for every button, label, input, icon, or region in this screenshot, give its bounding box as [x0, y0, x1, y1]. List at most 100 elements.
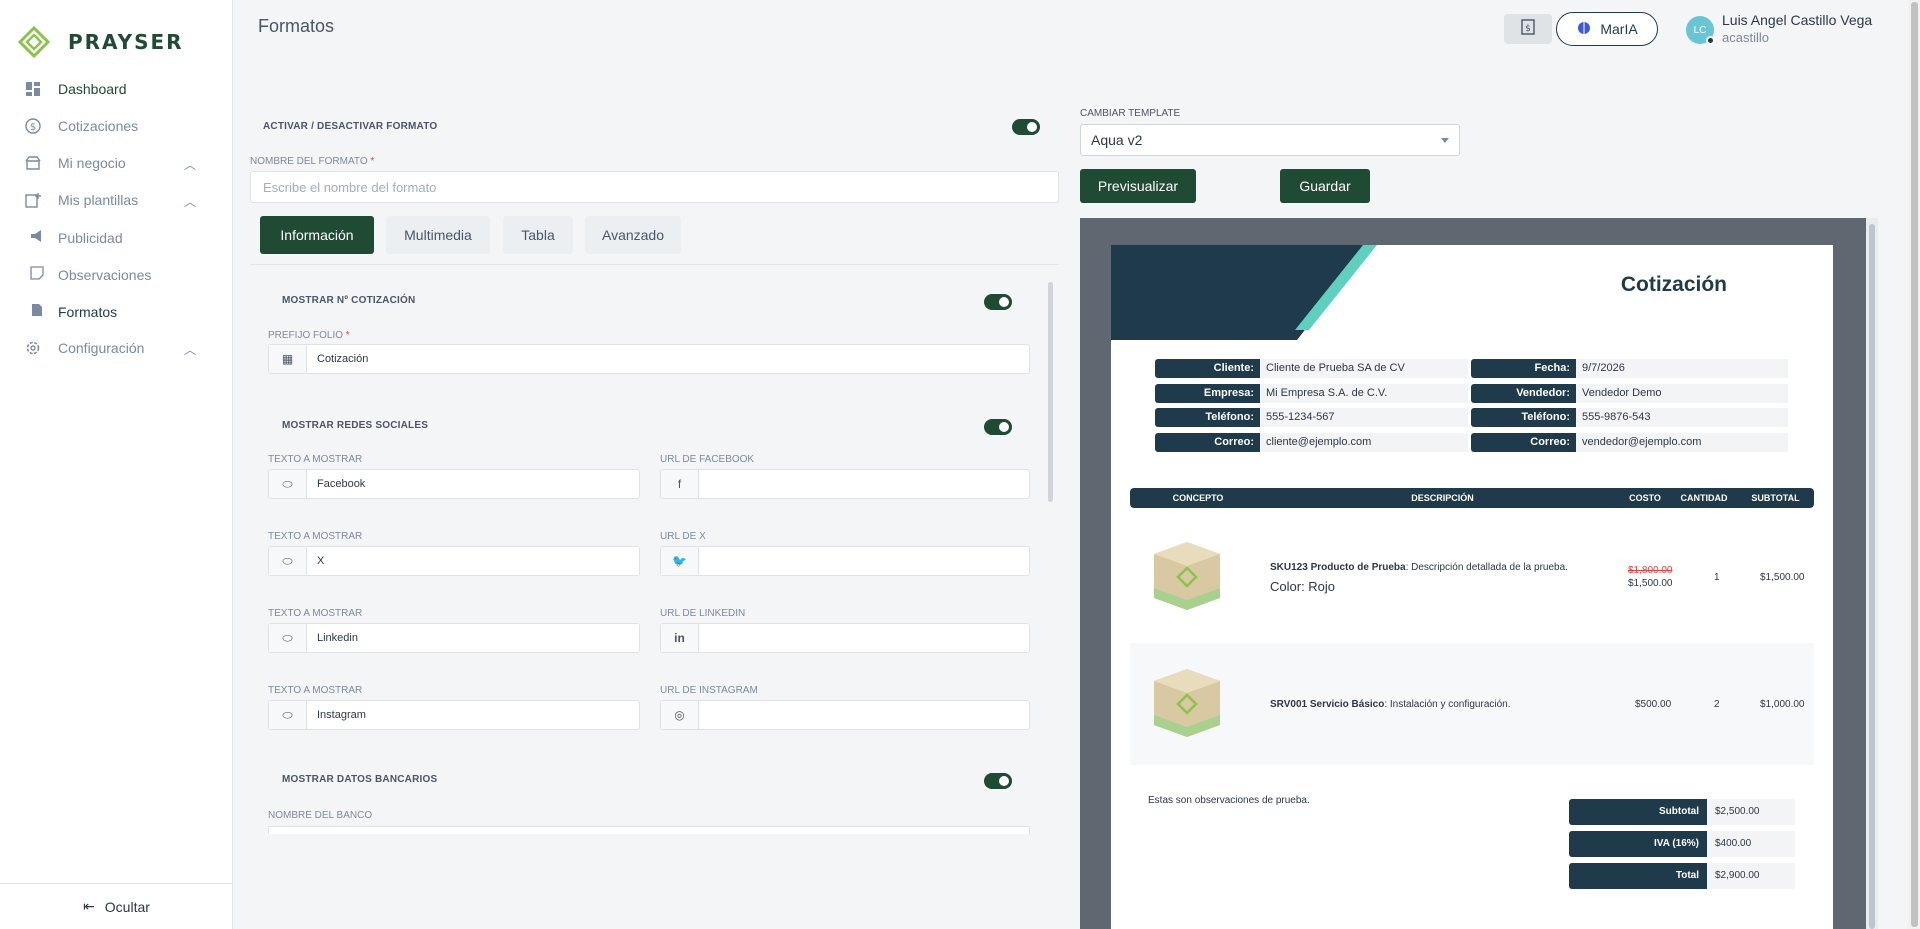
items-table-header: CONCEPTO DESCRIPCIÓN COSTO CANTIDAD SUBT… — [1130, 488, 1814, 508]
preview-scrollbar[interactable] — [1866, 218, 1878, 929]
x-url-input[interactable]: 🐦 — [660, 546, 1030, 576]
column-header: DESCRIPCIÓN — [1411, 493, 1474, 503]
quantity: 1 — [1714, 572, 1720, 583]
tag-icon: ⬭ — [269, 701, 307, 729]
page-title: Formatos — [258, 16, 335, 36]
receipt-icon: $ — [1521, 18, 1535, 40]
dollar-circle-icon: $ — [24, 117, 42, 135]
linkedin-icon: in — [661, 624, 699, 652]
row-subtotal: $1,000.00 — [1760, 699, 1805, 710]
tabs-divider — [250, 264, 1059, 265]
info-label: Teléfono: — [1155, 408, 1260, 427]
product-sku: SKU123 Producto de Prueba — [1270, 562, 1406, 573]
chevron-up-icon[interactable]: ︿ — [184, 193, 196, 210]
tab-tabla[interactable]: Tabla — [503, 216, 573, 254]
template-label: CAMBIAR TEMPLATE — [1080, 108, 1181, 119]
doc-title: Cotización — [1620, 273, 1727, 296]
tag-icon: ⬭ — [269, 624, 307, 652]
info-label: Correo: — [1155, 433, 1260, 452]
show-number-label: MOSTRAR Nº COTIZACIÓN — [282, 295, 416, 306]
template-select[interactable]: Aqua v2 — [1080, 124, 1460, 156]
info-value: 9/7/2026 — [1576, 359, 1788, 378]
maria-button[interactable]: MarIA — [1556, 12, 1658, 46]
sidebar-item-observaciones[interactable]: Observaciones — [30, 266, 151, 283]
x-text-input[interactable]: ⬭ X — [268, 546, 640, 576]
sidebar-item-label: Cotizaciones — [58, 118, 139, 134]
toggle-format-switch[interactable] — [1012, 119, 1040, 135]
info-value: 555-1234-567 — [1260, 408, 1468, 427]
product-desc: : Instalación y configuración. — [1384, 699, 1511, 710]
sidebar-item-configuracion[interactable]: Configuración — [24, 339, 144, 357]
sidebar-item-label: Observaciones — [58, 266, 152, 283]
info-value: cliente@ejemplo.com — [1260, 433, 1468, 452]
tag-icon: ⬭ — [269, 547, 307, 575]
prefix-label: PREFIJO FOLIO * — [268, 330, 350, 341]
instagram-url-label: URL DE INSTAGRAM — [660, 685, 758, 696]
sidebar-item-mi-negocio[interactable]: Mi negocio — [24, 154, 126, 172]
tab-avanzado[interactable]: Avanzado — [585, 216, 681, 254]
show-bank-label: MOSTRAR DATOS BANCARIOS — [282, 774, 438, 785]
sidebar: PRAYSER Dashboard $ Cotizaciones Mi nego… — [0, 0, 233, 929]
price: $1,500.00 — [1628, 578, 1673, 589]
facebook-url-label: URL DE FACEBOOK — [660, 454, 755, 465]
gear-icon — [24, 339, 42, 357]
tab-informacion[interactable]: Información — [260, 216, 374, 254]
column-header: SUBTOTAL — [1751, 493, 1800, 503]
format-name-input[interactable]: Escribe el nombre del formato — [250, 171, 1059, 203]
prayser-logo-icon — [18, 26, 50, 58]
chevron-up-icon[interactable]: ︿ — [184, 341, 196, 358]
column-header: COSTO — [1629, 493, 1661, 503]
toggle-format-label: ACTIVAR / DESACTIVAR FORMATO — [263, 121, 438, 132]
bank-name-label: NOMBRE DEL BANCO — [268, 810, 373, 821]
linkedin-text-input[interactable]: ⬭ Linkedin — [268, 623, 640, 653]
sidebar-item-cotizaciones[interactable]: $ Cotizaciones — [24, 117, 138, 135]
status-dot — [1706, 36, 1715, 45]
avatar[interactable]: LC — [1686, 16, 1715, 45]
linkedin-url-input[interactable]: in — [660, 623, 1030, 653]
sidebar-item-label: Mis plantillas — [58, 192, 139, 208]
product-box-icon — [1154, 542, 1220, 610]
note-icon — [30, 266, 44, 283]
facebook-url-input[interactable]: f — [660, 469, 1030, 499]
form-scrollbar[interactable] — [1046, 282, 1054, 837]
total-label: Total — [1569, 863, 1707, 889]
brand-name: PRAYSER — [68, 30, 184, 54]
brand-logo[interactable]: PRAYSER — [18, 26, 184, 58]
chevron-up-icon[interactable]: ︿ — [184, 156, 196, 173]
instagram-url-input[interactable]: ◎ — [660, 700, 1030, 730]
receipt-button[interactable]: $ — [1504, 14, 1552, 44]
show-number-switch[interactable] — [984, 294, 1012, 310]
preview-button[interactable]: Previsualizar — [1080, 169, 1196, 203]
tab-multimedia[interactable]: Multimedia — [386, 216, 490, 254]
price: $500.00 — [1635, 699, 1672, 710]
info-label: Fecha: — [1471, 359, 1576, 378]
info-value: 555-9876-543 — [1576, 408, 1788, 427]
text-label: TEXTO A MOSTRAR — [268, 608, 363, 619]
sidebar-item-mis-plantillas[interactable]: Mis plantillas — [24, 191, 138, 209]
quote-document: Cotización Cliente: Cliente de Prueba SA… — [1111, 245, 1833, 929]
row-subtotal: $1,500.00 — [1760, 572, 1805, 583]
twitter-icon: 🐦 — [661, 547, 699, 575]
text-label: TEXTO A MOSTRAR — [268, 685, 363, 696]
collapse-icon: ⇤ — [83, 898, 95, 914]
save-button[interactable]: Guardar — [1280, 169, 1370, 203]
facebook-text-input[interactable]: ⬭ Facebook — [268, 469, 640, 499]
page-scrollbar[interactable] — [1908, 0, 1920, 929]
show-social-switch[interactable] — [984, 419, 1012, 435]
ai-brain-icon — [1576, 20, 1592, 39]
hide-sidebar-button[interactable]: ⇤ Ocultar — [0, 883, 233, 929]
sidebar-item-formatos[interactable]: Formatos — [30, 303, 117, 320]
column-header: CONCEPTO — [1172, 493, 1224, 503]
observations-text: Estas son observaciones de prueba. — [1148, 795, 1310, 806]
instagram-text-input[interactable]: ⬭ Instagram — [268, 700, 640, 730]
megaphone-icon — [30, 229, 44, 246]
show-bank-switch[interactable] — [984, 773, 1012, 789]
sidebar-item-dashboard[interactable]: Dashboard — [24, 80, 127, 98]
maria-label: MarIA — [1600, 21, 1638, 37]
store-icon — [24, 154, 42, 172]
product-extra: Color: Rojo — [1270, 579, 1336, 594]
prefix-input[interactable]: ▦ Cotización — [268, 344, 1030, 374]
bank-name-input[interactable] — [268, 826, 1030, 834]
sidebar-item-publicidad[interactable]: Publicidad — [30, 229, 123, 246]
subtotal-label: Subtotal — [1569, 799, 1707, 825]
